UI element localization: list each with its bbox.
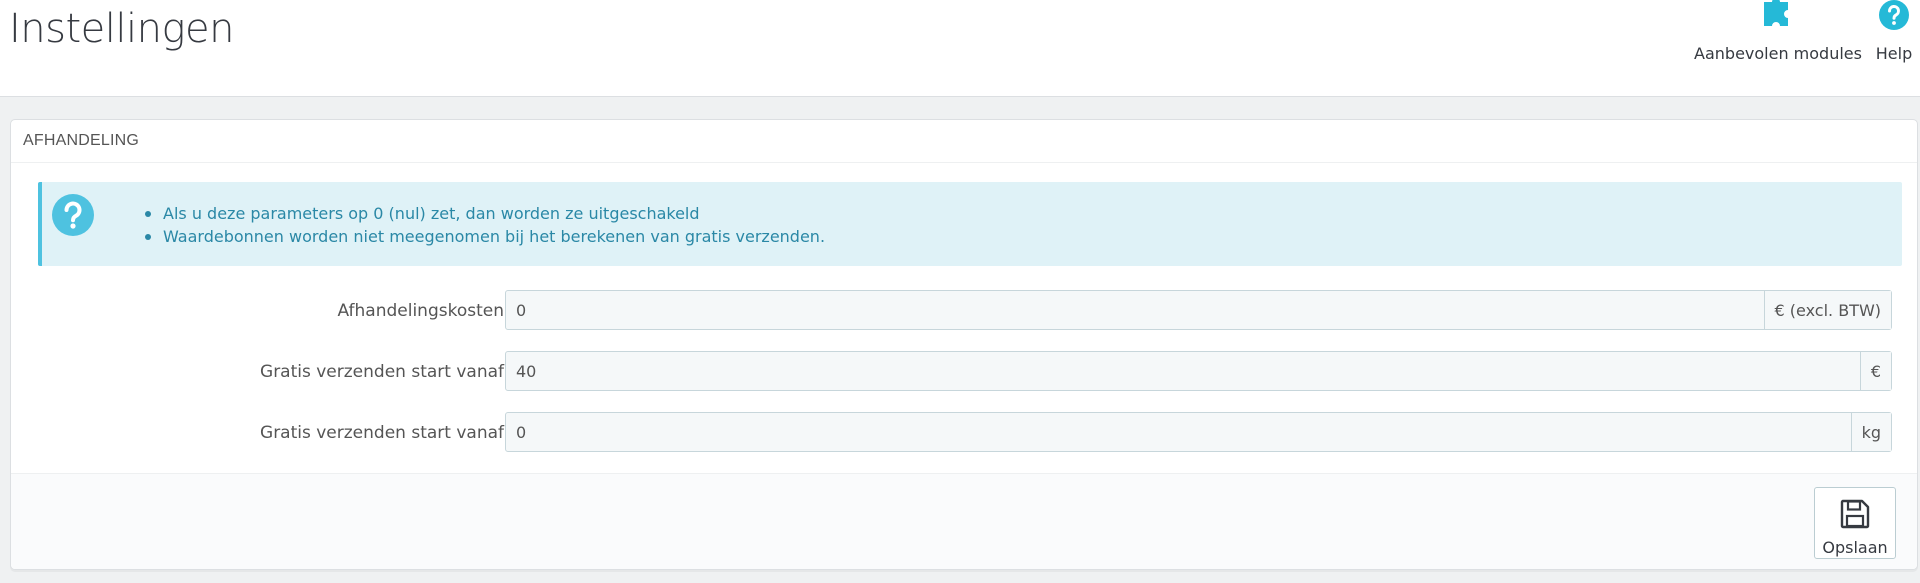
recommended-modules-label: Aanbevolen modules [1694,44,1862,63]
puzzle-icon [1760,0,1796,30]
handling-costs-input[interactable] [506,291,1764,329]
free-shipping-weight-input[interactable] [506,413,1851,451]
free-shipping-weight-group: kg [505,412,1892,452]
alert-item: Waardebonnen worden niet meegenomen bij … [144,227,826,246]
save-disk-icon [1839,498,1871,534]
free-shipping-price-input[interactable] [506,352,1860,390]
form-row-free-shipping-price: Gratis verzenden start vanaf € [11,351,1917,393]
help-label: Help [1875,44,1913,63]
info-alert: Als u deze parameters op 0 (nul) zet, da… [38,182,1902,266]
help-icon [1879,0,1909,30]
alert-item: Als u deze parameters op 0 (nul) zet, da… [144,202,825,225]
form-row-handling-costs: Afhandelingskosten € (excl. BTW) [11,290,1917,332]
free-shipping-price-group: € [505,351,1892,391]
save-button[interactable]: Opslaan [1814,487,1896,559]
page-header: Instellingen Aanbevolen modules Help [0,0,1920,97]
page-title: Instellingen [9,6,234,52]
free-shipping-price-label: Gratis verzenden start vanaf [260,362,504,382]
panel-heading: AFHANDELING [11,120,1917,163]
save-label: Opslaan [1822,538,1888,557]
handling-costs-label: Afhandelingskosten [337,301,505,321]
free-shipping-weight-label: Gratis verzenden start vanaf [260,423,504,443]
alert-list: Als u deze parameters op 0 (nul) zet, da… [144,202,826,248]
recommended-modules-button[interactable]: Aanbevolen modules [1694,0,1862,72]
currency-addon: € [1859,352,1891,390]
currency-excl-vat-addon: € (excl. BTW) [1763,291,1891,329]
weight-unit-addon: kg [1850,413,1891,451]
question-circle-icon [52,194,94,236]
form-row-free-shipping-weight: Gratis verzenden start vanaf kg [11,412,1917,454]
panel-footer: Opslaan [11,473,1917,569]
handling-panel: AFHANDELING Als u deze parameters op 0 (… [10,119,1918,570]
help-button[interactable]: Help [1874,0,1914,72]
handling-costs-group: € (excl. BTW) [505,290,1892,330]
